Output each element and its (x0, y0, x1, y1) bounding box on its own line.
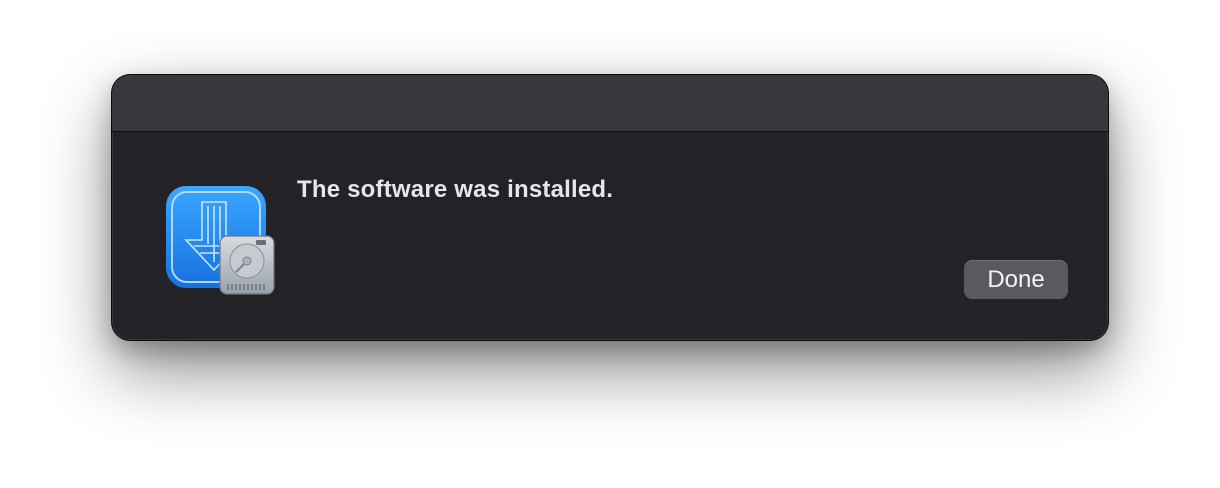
installer-icon (164, 184, 276, 296)
dialog-content: The software was installed. Done (112, 132, 1108, 340)
title-bar[interactable] (112, 75, 1108, 132)
install-success-message: The software was installed. (297, 176, 614, 203)
installer-dialog: The software was installed. Done (112, 75, 1108, 340)
done-button[interactable]: Done (964, 260, 1068, 299)
desktop-background: The software was installed. Done (0, 0, 1220, 488)
